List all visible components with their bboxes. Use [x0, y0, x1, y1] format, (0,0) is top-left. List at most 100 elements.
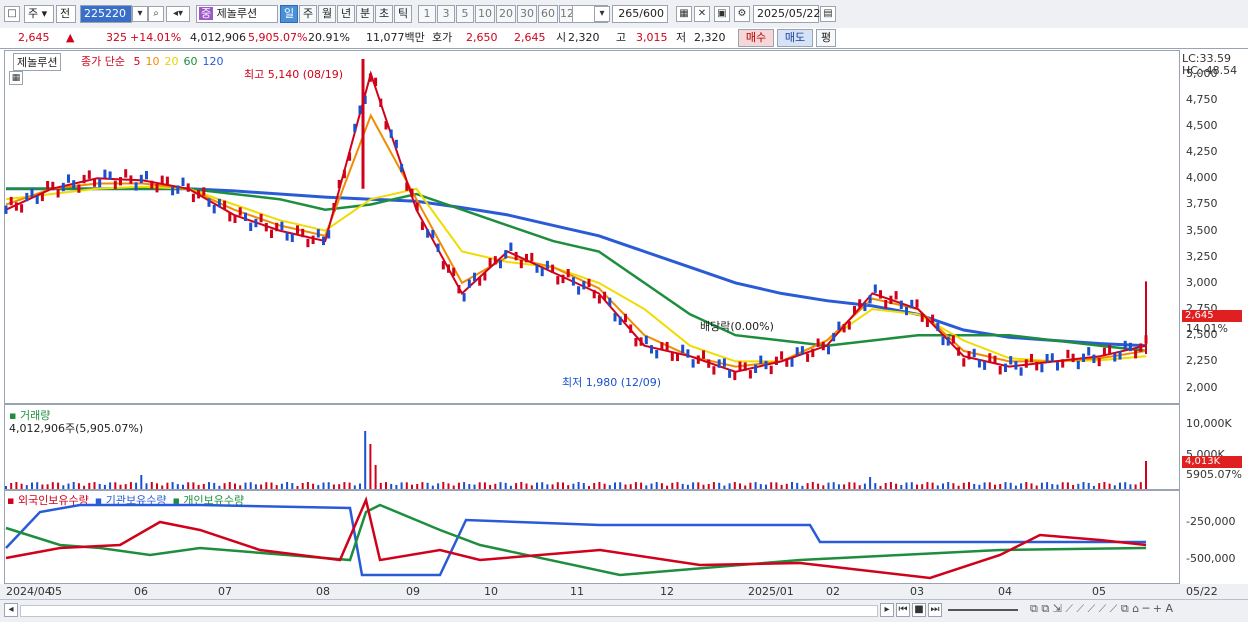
amount: 11,077백만: [366, 31, 425, 44]
stop-icon[interactable]: ■: [912, 603, 926, 617]
holding-panel: ▪ 외국인보유수량 ▪ 기관보유수량 ▪ 개인보유수량: [4, 490, 1180, 584]
low-label: 저: [676, 31, 687, 44]
holding-legend-0: ▪ 외국인보유수량: [7, 494, 89, 507]
count-value: 265: [618, 7, 640, 20]
up-arrow-icon: ▲: [66, 31, 75, 44]
period-button-6[interactable]: 틱: [394, 5, 412, 23]
ma-legend-5: 5: [133, 55, 141, 68]
low-annotation: 최저 1,980 (12/09): [562, 376, 662, 389]
search-icon[interactable]: ⌕: [148, 6, 164, 22]
volume-ratio: 5,905.07%: [248, 31, 308, 44]
save-icon[interactable]: ▣: [714, 6, 730, 22]
interval-button-60[interactable]: 60: [538, 5, 558, 23]
holding-legend-2: ▪ 개인보유수량: [172, 494, 245, 507]
x-label-13: 05: [1092, 585, 1106, 598]
period-button-3[interactable]: 년: [337, 5, 355, 23]
market-value: 주: [28, 7, 39, 20]
buy-button[interactable]: 매수: [738, 29, 774, 47]
ma-legend-10: 10: [145, 55, 160, 68]
horizontal-scrollbar[interactable]: [20, 605, 878, 617]
turnover: 20.91%: [308, 31, 350, 44]
volume: 4,012,906: [190, 31, 246, 44]
bottom-toolbar: ◂ ▸ ⏮ ■ ⏭ ⧉ ⧉ ⇲ ⟋ ⟋ ⟋ ⟋ ⟋ ⧉ ⌂ ─ + A: [0, 599, 1248, 622]
holding-legend-1: ▪ 기관보유수량: [94, 494, 167, 507]
drawing-tools-icon[interactable]: ⧉ ⧉ ⇲ ⟋ ⟋ ⟋ ⟋ ⟋ ⧉ ⌂ ─ + A: [1030, 602, 1173, 616]
ma-legend-120: 120: [202, 55, 224, 68]
ask-label: 호가: [432, 31, 453, 44]
dividend-annotation: 배당락(0.00%): [700, 320, 774, 333]
x-label-12: 04: [998, 585, 1012, 598]
price-tick-4500: 4,500: [1186, 119, 1218, 132]
ma-legend: 종가 단순 5 10 20 60 120: [81, 53, 223, 69]
volume-pct-tag: 5905.07%: [1186, 468, 1242, 481]
price-tick-3000: 3,000: [1186, 275, 1218, 289]
open-label: 시: [556, 31, 567, 44]
eval-button[interactable]: 평: [816, 29, 836, 47]
ma-legend-prefix: 종가 단순: [81, 55, 125, 68]
high: 3,015: [636, 31, 668, 44]
x-label-4: 08: [316, 585, 330, 598]
market-select[interactable]: 주 ▾: [24, 5, 54, 23]
price-name-tag[interactable]: 제놀루션: [13, 53, 62, 71]
interval-button-30[interactable]: 30: [517, 5, 537, 23]
change: 325: [106, 31, 127, 44]
ma-legend-20: 20: [164, 55, 179, 68]
interval-button-5[interactable]: 5: [456, 5, 474, 23]
sell-button[interactable]: 매도: [777, 29, 813, 47]
toolbar: □ 주 ▾ 전 225220 ▾ ⌕ ◂▾ 중 제놀루션 일주월년분초틱 135…: [0, 0, 1248, 29]
calendar-icon[interactable]: ▤: [820, 6, 836, 22]
table-icon[interactable]: ▦: [9, 71, 23, 85]
x-label-1: 05: [48, 585, 62, 598]
chevron-down-icon[interactable]: ▾: [132, 6, 148, 22]
interval-button-20[interactable]: 20: [496, 5, 516, 23]
vol-tick-10000k: 10,000K: [1186, 417, 1232, 430]
change-pct: +14.01%: [130, 31, 182, 44]
price-tick-4250: 4,250: [1186, 145, 1218, 159]
interval-button-3[interactable]: 3: [437, 5, 455, 23]
code-input[interactable]: 225220: [80, 5, 132, 23]
quote-bar: 2,645 ▲ 325 +14.01% 4,012,906 5,905.07% …: [0, 28, 1248, 49]
price-tag: 2,645: [1182, 310, 1242, 322]
x-label-6: 10: [484, 585, 498, 598]
hold-tick-500k: -500,000: [1186, 552, 1236, 565]
x-label-2: 06: [134, 585, 148, 598]
period-button-0[interactable]: 일: [280, 5, 298, 23]
rewind-icon[interactable]: ⏮: [896, 603, 910, 617]
period-button-2[interactable]: 월: [318, 5, 336, 23]
x-label-8: 12: [660, 585, 674, 598]
scroll-right-icon[interactable]: ▸: [880, 603, 894, 617]
chart-tools-icon[interactable]: ✕: [694, 6, 710, 22]
stock-name-field[interactable]: 중 제놀루션: [196, 5, 278, 23]
grid-icon[interactable]: ▦: [676, 6, 692, 22]
date-field[interactable]: 2025/05/22: [753, 5, 820, 23]
speaker-icon[interactable]: ◂▾: [166, 6, 190, 22]
volume-value: 4,012,906주(5,905.07%): [9, 422, 144, 435]
period-button-1[interactable]: 주: [299, 5, 317, 23]
current-price: 2,645: [18, 31, 50, 44]
price-tick-4000: 4,000: [1186, 171, 1218, 185]
price-tick-3500: 3,500: [1186, 223, 1218, 237]
x-label-10: 02: [826, 585, 840, 598]
period-button-4[interactable]: 분: [356, 5, 374, 23]
stock-name: 제놀루션: [216, 7, 258, 20]
ask: 2,650: [466, 31, 498, 44]
interval-button-10[interactable]: 10: [475, 5, 495, 23]
period-button-5[interactable]: 초: [375, 5, 393, 23]
x-label-9: 2025/01: [748, 585, 794, 598]
forward-icon[interactable]: ⏭: [928, 603, 942, 617]
gear-icon[interactable]: ⚙: [734, 6, 750, 22]
price-tick-5000: 5,000: [1186, 66, 1218, 80]
x-label-7: 11: [570, 585, 584, 598]
window-icon[interactable]: □: [4, 6, 20, 22]
zoom-slider[interactable]: [948, 609, 1018, 611]
scroll-left-icon[interactable]: ◂: [4, 603, 18, 617]
price-tick-3250: 3,250: [1186, 249, 1218, 263]
hold-tick-250k: -250,000: [1186, 515, 1236, 528]
open: 2,320: [568, 31, 600, 44]
interval-button-1[interactable]: 1: [418, 5, 436, 23]
x-label-14: 05/22: [1186, 585, 1218, 598]
prefix-select[interactable]: 전: [56, 5, 76, 23]
count-field[interactable]: 265/600: [612, 5, 668, 23]
chevron-down-icon[interactable]: ▾: [594, 6, 610, 22]
volume-panel: ▪ 거래량 4,012,906주(5,905.07%): [4, 404, 1180, 490]
